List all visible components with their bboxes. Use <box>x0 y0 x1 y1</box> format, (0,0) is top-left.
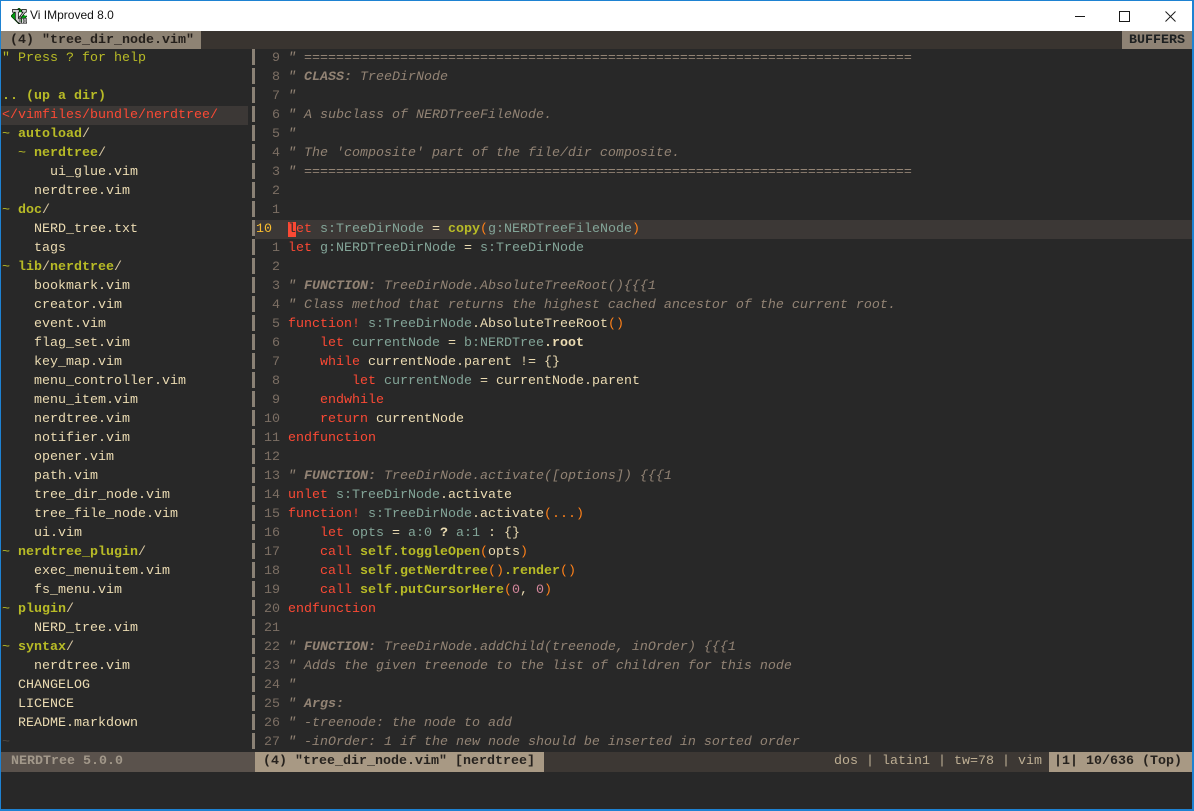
svg-text:im: im <box>19 15 27 24</box>
